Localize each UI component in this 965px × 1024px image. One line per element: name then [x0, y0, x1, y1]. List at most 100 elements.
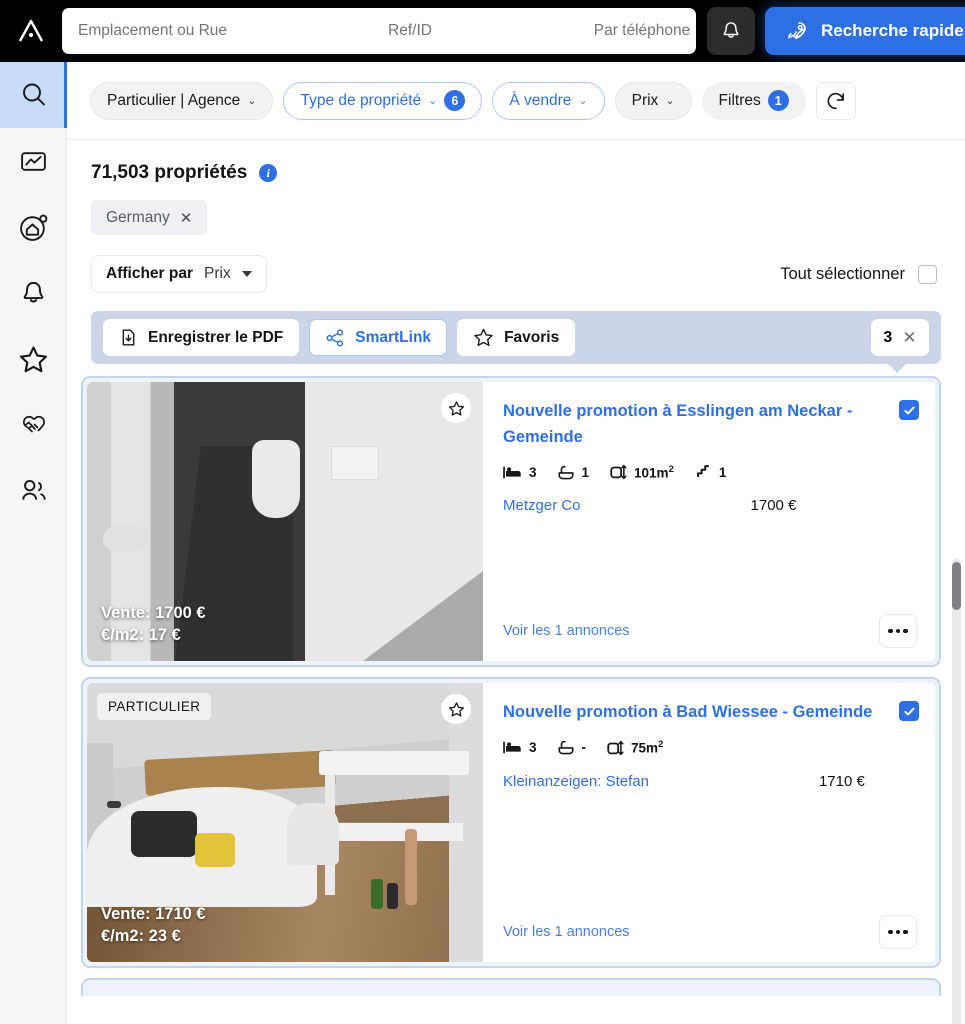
location-tag-label: Germany — [106, 208, 170, 226]
overlay-sale-price: Vente: 1710 € — [101, 905, 206, 924]
save-pdf-button[interactable]: Enregistrer le PDF — [103, 319, 300, 356]
smartlink-label: SmartLink — [355, 328, 432, 346]
app-logo[interactable] — [0, 0, 62, 62]
quick-search-button[interactable]: Recherche rapide — [765, 7, 965, 55]
bell-icon — [723, 22, 739, 38]
home-radar-icon — [20, 214, 48, 241]
notifications-button[interactable] — [707, 7, 755, 55]
people-icon — [21, 479, 46, 500]
save-pdf-label: Enregistrer le PDF — [148, 328, 284, 346]
info-icon[interactable]: i — [259, 164, 278, 182]
sidebar-item-search[interactable] — [0, 62, 67, 128]
select-all-label: Tout sélectionner — [780, 264, 905, 283]
property-title[interactable]: Nouvelle promotion à Bad Wiessee - Gemei… — [503, 700, 917, 726]
card-footer: Voir les 1 annonces — [503, 614, 917, 661]
spec-area-value: 101m2 — [634, 463, 674, 481]
sort-by-value: Prix — [204, 265, 231, 282]
more-options-button[interactable] — [879, 614, 917, 648]
property-select-checkbox[interactable] — [899, 701, 919, 721]
spec-bathrooms: - — [557, 739, 587, 756]
spec-area-value: 75m2 — [631, 739, 664, 756]
stairs-icon — [696, 465, 709, 478]
sidebar-item-alerts[interactable] — [0, 260, 67, 326]
listing-price: 1710 € — [818, 772, 865, 790]
filter-chip-price[interactable]: Prix ⌄ — [614, 81, 692, 120]
photo-price-overlay: Vente: 1700 € €/m2: 17 € — [101, 603, 206, 647]
filter-chip-owner-type[interactable]: Particulier | Agence ⌄ — [90, 81, 274, 120]
owner-type-badge: PARTICULIER — [97, 693, 212, 720]
property-card[interactable] — [81, 978, 941, 996]
more-options-button[interactable] — [879, 915, 917, 949]
property-specs: 3 1 101m2 1 — [503, 463, 917, 481]
favorite-toggle-button[interactable] — [441, 694, 471, 724]
reset-filters-button[interactable] — [815, 81, 856, 120]
top-navigation-bar: Recherche rapide — [0, 0, 965, 62]
filter-chip-property-type[interactable]: Type de propriété ⌄ 6 — [283, 81, 483, 120]
property-select-checkbox[interactable] — [899, 400, 919, 420]
filter-chip-listing-type-label: À vendre — [509, 91, 572, 109]
property-card[interactable]: Vente: 1700 € €/m2: 17 € Nouvelle promot… — [81, 376, 941, 667]
share-nodes-icon — [326, 328, 344, 347]
filter-chip-more-filters[interactable]: Filtres 1 — [701, 81, 806, 120]
selection-count: 3 — [883, 328, 893, 346]
area-icon — [607, 740, 624, 755]
sidebar-item-favorites[interactable] — [0, 326, 67, 392]
spec-bedrooms-value: 3 — [529, 464, 537, 480]
bulk-action-bar: Enregistrer le PDF SmartLink Favoris 3 ✕ — [91, 311, 941, 373]
filter-chip-listing-type[interactable]: À vendre ⌄ — [492, 81, 605, 120]
spec-floors-value: 1 — [718, 464, 727, 480]
sidebar-item-analytics[interactable] — [0, 128, 67, 194]
download-file-icon — [122, 329, 135, 346]
select-all-control[interactable]: Tout sélectionner — [780, 264, 937, 284]
check-icon — [903, 406, 915, 414]
refresh-icon — [827, 92, 844, 109]
smartlink-button[interactable]: SmartLink — [309, 319, 448, 356]
close-icon[interactable]: ✕ — [902, 328, 916, 348]
results-scrollbar-thumb[interactable] — [952, 562, 961, 610]
listing-price: 1700 € — [750, 497, 797, 515]
results-count: 71,503 propriétés — [91, 162, 248, 183]
property-photo[interactable]: Vente: 1700 € €/m2: 17 € — [87, 382, 483, 661]
favorite-toggle-button[interactable] — [441, 393, 471, 423]
search-input-location[interactable] — [62, 18, 294, 44]
sort-by-label: Afficher par — [106, 265, 193, 282]
global-search-bar[interactable] — [62, 8, 797, 54]
listing-agency[interactable]: Metzger Co — [503, 497, 581, 514]
star-icon — [448, 400, 464, 416]
see-listings-link[interactable]: Voir les 1 annonces — [503, 924, 630, 940]
sort-and-select-row: Afficher par Prix Tout sélectionner — [67, 235, 965, 293]
add-to-favorites-label: Favoris — [504, 328, 560, 346]
bed-icon — [503, 466, 521, 479]
select-all-checkbox[interactable] — [918, 264, 937, 284]
sidebar-item-deals[interactable] — [0, 392, 67, 458]
chart-image-icon — [21, 151, 46, 171]
spec-floors: 1 — [694, 463, 727, 481]
search-input-ref-id[interactable] — [294, 18, 526, 44]
property-card[interactable]: PARTICULIER Vente: 1710 € €/m2: 23 € Nou… — [81, 677, 941, 968]
spec-bathrooms-value: - — [581, 740, 587, 756]
chevron-down-icon: ⌄ — [665, 95, 675, 107]
chevron-down-icon — [241, 271, 252, 277]
location-tag[interactable]: Germany ✕ — [91, 200, 208, 235]
property-title[interactable]: Nouvelle promotion à Esslingen am Neckar… — [503, 399, 917, 450]
filter-chip-property-type-badge: 6 — [444, 90, 466, 111]
close-icon[interactable]: ✕ — [180, 209, 193, 227]
filter-chip-more-filters-label: Filtres — [718, 91, 761, 109]
property-photo[interactable]: PARTICULIER Vente: 1710 € €/m2: 23 € — [87, 683, 483, 962]
sidebar-item-property-radar[interactable] — [0, 194, 67, 260]
property-card-list: Vente: 1700 € €/m2: 17 € Nouvelle promot… — [67, 376, 965, 996]
sidebar-item-contacts[interactable] — [0, 458, 67, 524]
property-specs: 3 - 75m2 — [503, 739, 917, 757]
see-listings-link[interactable]: Voir les 1 annonces — [503, 623, 630, 639]
add-to-favorites-button[interactable]: Favoris — [457, 319, 576, 356]
selection-count-pill[interactable]: 3 ✕ — [871, 319, 929, 356]
spec-bedrooms: 3 — [503, 465, 537, 480]
rocket-icon — [788, 22, 806, 40]
sort-by-dropdown[interactable]: Afficher par Prix — [91, 255, 267, 293]
left-sidebar — [0, 62, 67, 1024]
chevron-down-icon: ⌄ — [428, 95, 438, 107]
quick-search-label: Recherche rapide — [821, 21, 964, 40]
listing-agency[interactable]: Kleinanzeigen: Stefan — [503, 773, 649, 790]
bath-icon — [557, 465, 574, 479]
results-scrollbar-track[interactable] — [952, 558, 961, 1024]
